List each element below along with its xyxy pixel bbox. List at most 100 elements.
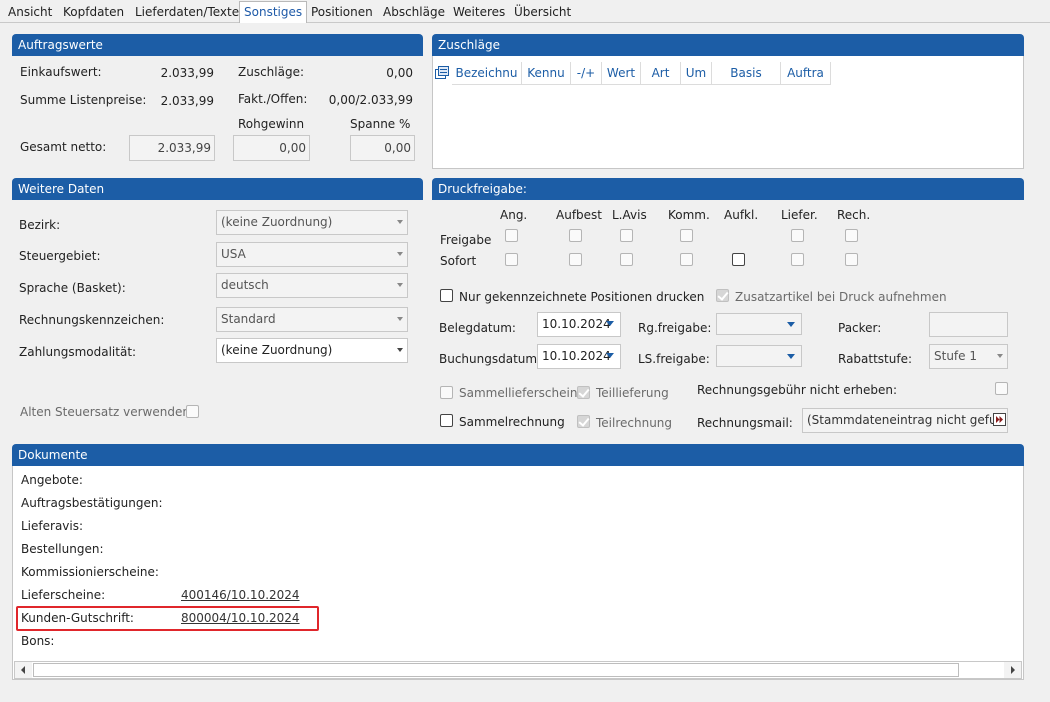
freigabe-liefer-checkbox[interactable] bbox=[791, 229, 804, 242]
horizontal-scrollbar[interactable] bbox=[14, 661, 1022, 679]
zuschlaege-label: Zuschläge: bbox=[238, 65, 305, 79]
freigabe-aufbest-checkbox[interactable] bbox=[569, 229, 582, 242]
rechnungsmail-label: Rechnungsmail: bbox=[697, 416, 793, 430]
einkaufswert-label: Einkaufswert: bbox=[20, 65, 102, 79]
summe-listenpreise-value: 2.033,99 bbox=[160, 94, 214, 108]
sammelrechnung-checkbox[interactable] bbox=[440, 414, 453, 427]
ls-freigabe-select[interactable] bbox=[716, 345, 802, 367]
dokumente-body bbox=[12, 466, 1024, 680]
col-komm: Komm. bbox=[668, 208, 710, 222]
freigabe-ang-checkbox[interactable] bbox=[505, 229, 518, 242]
zuschlaege-header: Zuschläge bbox=[432, 34, 1024, 56]
col-kennung[interactable]: Kennu bbox=[522, 62, 571, 85]
zusatzartikel-label: Zusatzartikel bei Druck aufnehmen bbox=[735, 290, 947, 304]
scroll-thumb[interactable] bbox=[33, 663, 959, 677]
rabattstufe-value: Stufe 1 bbox=[934, 349, 977, 363]
rechnungsmail-field[interactable]: (Stammdateneintrag nicht gefu bbox=[802, 408, 1008, 433]
gesamt-netto-field: 2.033,99 bbox=[129, 135, 215, 161]
sofort-aufkl-checkbox[interactable] bbox=[732, 253, 745, 266]
auftragswerte-header: Auftragswerte bbox=[12, 34, 423, 56]
tab-lieferdaten-texte[interactable]: Lieferdaten/Texte bbox=[135, 3, 239, 22]
teillieferung-checkbox[interactable] bbox=[577, 386, 590, 399]
col-plusminus[interactable]: -/+ bbox=[571, 62, 602, 85]
sofort-rech-checkbox[interactable] bbox=[845, 253, 858, 266]
tab-kopfdaten[interactable]: Kopfdaten bbox=[63, 3, 124, 22]
highlight-frame bbox=[16, 606, 319, 631]
fast-forward-icon[interactable] bbox=[993, 413, 1006, 426]
rohgewinn-label: Rohgewinn bbox=[238, 117, 305, 131]
belegdatum-label: Belegdatum: bbox=[439, 321, 516, 335]
alten-steuersatz-checkbox[interactable] bbox=[186, 405, 199, 418]
col-auftrag[interactable]: Auftra bbox=[781, 62, 831, 85]
rabattstufe-select[interactable]: Stufe 1 bbox=[929, 344, 1008, 369]
col-basis[interactable]: Basis bbox=[712, 62, 781, 85]
scroll-right-button[interactable] bbox=[1004, 662, 1021, 678]
scroll-left-button[interactable] bbox=[15, 662, 32, 678]
col-bezeichnung[interactable]: Bezeichnu bbox=[452, 62, 522, 85]
rechnungskennzeichen-select[interactable]: Standard bbox=[216, 307, 408, 332]
ls-freigabe-label: LS.freigabe: bbox=[638, 352, 710, 366]
tab-positionen[interactable]: Positionen bbox=[311, 3, 373, 22]
buchungsdatum-value: 10.10.2024 bbox=[542, 349, 611, 363]
sammelrechnung-label: Sammelrechnung bbox=[459, 415, 565, 429]
zahlungsmodalitaet-label: Zahlungsmodalität: bbox=[19, 345, 137, 359]
steuergebiet-select[interactable]: USA bbox=[216, 242, 408, 267]
tab-sonstiges[interactable]: Sonstiges bbox=[239, 1, 308, 23]
auftragsbestaetigungen-label: Auftragsbestätigungen: bbox=[21, 496, 163, 510]
spanne-label: Spanne % bbox=[350, 117, 411, 131]
freigabe-komm-checkbox[interactable] bbox=[680, 229, 693, 242]
col-um[interactable]: Um bbox=[681, 62, 712, 85]
belegdatum-picker[interactable]: 10.10.2024 bbox=[537, 312, 621, 337]
lieferschein-link[interactable]: 400146/10.10.2024 bbox=[181, 588, 300, 602]
freigabe-lavis-checkbox[interactable] bbox=[620, 229, 633, 242]
lieferscheine-label: Lieferscheine: bbox=[21, 588, 106, 602]
chevron-down-icon bbox=[397, 252, 403, 256]
col-liefer: Liefer. bbox=[781, 208, 818, 222]
row-sofort-label: Sofort bbox=[440, 254, 477, 268]
rechnungsgebuehr-label: Rechnungsgebühr nicht erheben: bbox=[697, 383, 898, 397]
rechnungsgebuehr-checkbox[interactable] bbox=[995, 382, 1008, 395]
row-freigabe-label: Freigabe bbox=[440, 233, 492, 247]
tab-uebersicht[interactable]: Übersicht bbox=[514, 3, 571, 22]
packer-label: Packer: bbox=[838, 321, 882, 335]
sprache-label: Sprache (Basket): bbox=[19, 281, 126, 295]
col-aufbest: Aufbest bbox=[556, 208, 602, 222]
sofort-aufbest-checkbox[interactable] bbox=[569, 253, 582, 266]
sprache-select[interactable]: deutsch bbox=[216, 273, 408, 298]
nur-gekennzeichnete-checkbox[interactable] bbox=[440, 289, 453, 302]
sofort-ang-checkbox[interactable] bbox=[505, 253, 518, 266]
summe-listenpreise-label: Summe Listenpreise: bbox=[20, 93, 147, 107]
weitere-daten-header: Weitere Daten bbox=[12, 178, 423, 200]
packer-field[interactable] bbox=[929, 312, 1008, 337]
fakt-offen-value: 0,00/2.033,99 bbox=[328, 93, 413, 107]
rg-freigabe-select[interactable] bbox=[716, 313, 802, 335]
sofort-komm-checkbox[interactable] bbox=[680, 253, 693, 266]
belegdatum-value: 10.10.2024 bbox=[542, 317, 611, 331]
chevron-down-icon bbox=[397, 317, 403, 321]
grid-options-icon[interactable] bbox=[435, 66, 450, 79]
col-art[interactable]: Art bbox=[641, 62, 681, 85]
gesamt-netto-label: Gesamt netto: bbox=[20, 140, 107, 154]
sofort-liefer-checkbox[interactable] bbox=[791, 253, 804, 266]
zusatzartikel-checkbox[interactable] bbox=[716, 289, 729, 302]
chevron-down-icon bbox=[997, 354, 1003, 358]
tab-ansicht[interactable]: Ansicht bbox=[8, 3, 52, 22]
sofort-lavis-checkbox[interactable] bbox=[620, 253, 633, 266]
einkaufswert-value: 2.033,99 bbox=[160, 66, 214, 80]
col-wert[interactable]: Wert bbox=[602, 62, 641, 85]
zahlungsmodalitaet-select[interactable]: (keine Zuordnung) bbox=[216, 338, 408, 363]
tab-weiteres[interactable]: Weiteres bbox=[453, 3, 505, 22]
freigabe-rech-checkbox[interactable] bbox=[845, 229, 858, 242]
buchungsdatum-picker[interactable]: 10.10.2024 bbox=[537, 344, 621, 369]
fakt-offen-label: Fakt./Offen: bbox=[238, 92, 308, 106]
tab-bar: Ansicht Kopfdaten Lieferdaten/Texte Sons… bbox=[0, 0, 1050, 23]
bezirk-value: (keine Zuordnung) bbox=[221, 215, 333, 229]
rabattstufe-label: Rabattstufe: bbox=[838, 352, 913, 366]
sammellieferschein-checkbox[interactable] bbox=[440, 386, 453, 399]
steuergebiet-label: Steuergebiet: bbox=[19, 249, 101, 263]
teilrechnung-checkbox[interactable] bbox=[577, 415, 590, 428]
rohgewinn-field: 0,00 bbox=[233, 135, 310, 161]
bezirk-select[interactable]: (keine Zuordnung) bbox=[216, 210, 408, 235]
steuergebiet-value: USA bbox=[221, 247, 246, 261]
tab-abschlaege[interactable]: Abschläge bbox=[383, 3, 445, 22]
